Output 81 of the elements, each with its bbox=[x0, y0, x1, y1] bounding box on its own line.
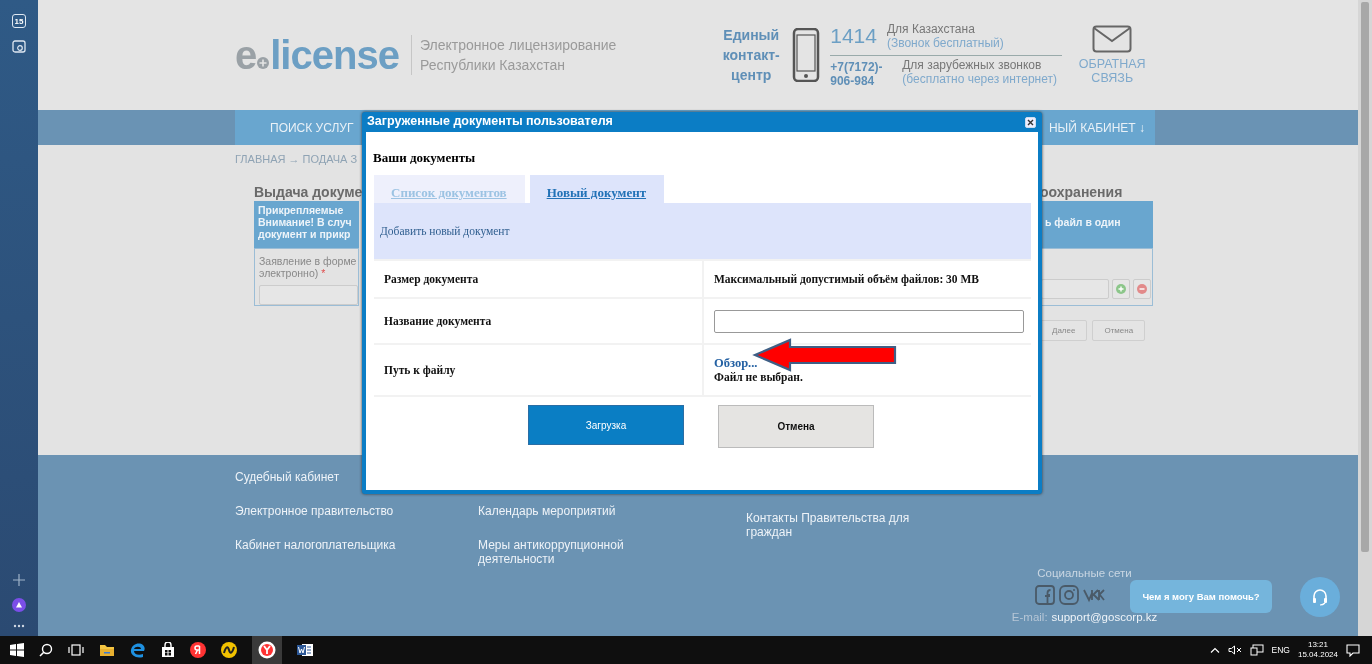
language-indicator[interactable]: ENG bbox=[1271, 645, 1290, 655]
store-bag-icon[interactable] bbox=[161, 642, 175, 658]
site-subtitle: Республики Казахстан bbox=[419, 56, 566, 75]
tab[interactable]: Новый документ bbox=[529, 175, 665, 203]
table-cell: Название документа bbox=[374, 299, 702, 343]
dialog-title: Загруженные документы пользователя bbox=[367, 114, 613, 128]
call-hint: (бесплатно через интернет) bbox=[902, 72, 1057, 86]
form-button[interactable]: Далее bbox=[1040, 320, 1088, 341]
social-title: Социальные сети bbox=[1037, 567, 1132, 579]
nav-item[interactable]: ПОИСК УСЛУГ bbox=[270, 120, 354, 135]
clock[interactable]: 13:21 15.04.2024 bbox=[1297, 640, 1338, 660]
headset-icon bbox=[1311, 588, 1329, 606]
table-cell: Размер документа bbox=[374, 261, 702, 297]
form-button[interactable]: Отмена bbox=[1092, 320, 1146, 341]
notification-icon[interactable] bbox=[1346, 643, 1360, 657]
minus-icon bbox=[1137, 284, 1147, 294]
footer-link[interactable]: Электронное правительство bbox=[235, 504, 478, 518]
file-field[interactable] bbox=[1041, 279, 1109, 299]
app-icon[interactable] bbox=[221, 642, 237, 658]
feedback-link[interactable]: ОБРАТНАЯ СВЯЗЬ bbox=[1077, 57, 1148, 85]
call-note: Для Казахстана bbox=[886, 22, 976, 36]
app-icon[interactable] bbox=[190, 642, 206, 658]
tab-count-badge[interactable]: 15 bbox=[12, 14, 26, 28]
notice-text: Внимание! В случ bbox=[258, 216, 353, 228]
call-hint: (Звонок бесплатный) bbox=[886, 36, 1004, 50]
table-cell: Путь к файлу bbox=[374, 345, 702, 395]
phone-number: 1414 bbox=[830, 24, 877, 48]
footer-link[interactable]: Контакты Правительства для граждан bbox=[746, 511, 921, 539]
add-document-link[interactable]: Добавить новый документ bbox=[380, 225, 510, 237]
search-icon[interactable] bbox=[39, 643, 53, 657]
nav-item[interactable]: НЫЙ КАБИНЕТ ↓ bbox=[1048, 120, 1145, 135]
form-title: оохранения bbox=[1040, 185, 1124, 199]
clock-time: 13:21 bbox=[1306, 640, 1329, 650]
required-mark: * bbox=[321, 267, 326, 279]
logo-text[interactable]: license bbox=[270, 32, 399, 78]
more-icon[interactable] bbox=[13, 624, 25, 628]
call-note: Для зарубежных звонков bbox=[902, 58, 1043, 72]
close-button[interactable] bbox=[1025, 117, 1036, 128]
phone-icon bbox=[792, 28, 821, 82]
network-icon[interactable] bbox=[1249, 644, 1264, 656]
footer-link[interactable]: Кабинет налогоплательщика bbox=[235, 538, 478, 552]
document-icon[interactable] bbox=[297, 643, 313, 657]
clock-date: 15.04.2024 bbox=[1297, 650, 1338, 660]
email-label: E-mail: bbox=[1011, 611, 1048, 623]
table-cell: Максимальный допустимый объём файлов: 30 MB bbox=[704, 261, 1033, 297]
browser-icon[interactable] bbox=[130, 642, 146, 658]
contact-center-title: Единый контакт-центр bbox=[721, 26, 781, 85]
notice-text: документ и прикр bbox=[258, 228, 352, 240]
task-view-icon[interactable] bbox=[68, 644, 84, 656]
screenshot-icon[interactable] bbox=[12, 40, 26, 53]
notice-text: Прикрепляемые bbox=[258, 204, 345, 216]
browser-icon bbox=[258, 641, 276, 659]
assistant-icon[interactable] bbox=[12, 598, 26, 612]
email-link[interactable]: support@goscorp.kz bbox=[1051, 611, 1158, 623]
file-field[interactable] bbox=[259, 285, 358, 305]
field-label: электронно) bbox=[259, 267, 320, 279]
field-label: Заявление в форме bbox=[259, 255, 358, 267]
chevron-up-icon[interactable] bbox=[1209, 647, 1220, 653]
scrollbar[interactable] bbox=[1358, 0, 1372, 636]
notice-text: ь файл в один bbox=[1045, 216, 1122, 228]
start-icon[interactable] bbox=[10, 643, 24, 657]
footer-link[interactable]: Календарь мероприятий bbox=[478, 504, 638, 518]
footer-link[interactable]: Меры антикоррупционной деятельности bbox=[478, 538, 638, 566]
speaker-icon[interactable] bbox=[1227, 645, 1242, 655]
browse-link[interactable]: Обзор... bbox=[714, 356, 758, 370]
site-subtitle: Электронное лицензирование bbox=[419, 36, 617, 55]
add-icon[interactable] bbox=[13, 574, 25, 586]
upload-button[interactable]: Загрузка bbox=[528, 405, 684, 445]
browser-taskbar-button[interactable] bbox=[252, 636, 282, 664]
folder-icon[interactable] bbox=[99, 643, 115, 657]
plus-icon bbox=[1116, 284, 1126, 294]
dialog-heading: Ваши документы bbox=[373, 150, 477, 167]
tab[interactable]: Список документов bbox=[374, 175, 525, 203]
chat-bubble[interactable]: Чем я могу Вам помочь? bbox=[1130, 580, 1272, 613]
logo-letter[interactable]: e bbox=[235, 32, 257, 78]
close-icon bbox=[1027, 119, 1034, 126]
phone-number: +7(7172)- 906-984 bbox=[830, 59, 884, 88]
file-status: Файл не выбран. bbox=[714, 370, 803, 384]
name-field[interactable] bbox=[714, 309, 1024, 333]
cancel-button[interactable]: Отмена bbox=[718, 405, 874, 448]
mail-icon[interactable] bbox=[1092, 25, 1133, 53]
